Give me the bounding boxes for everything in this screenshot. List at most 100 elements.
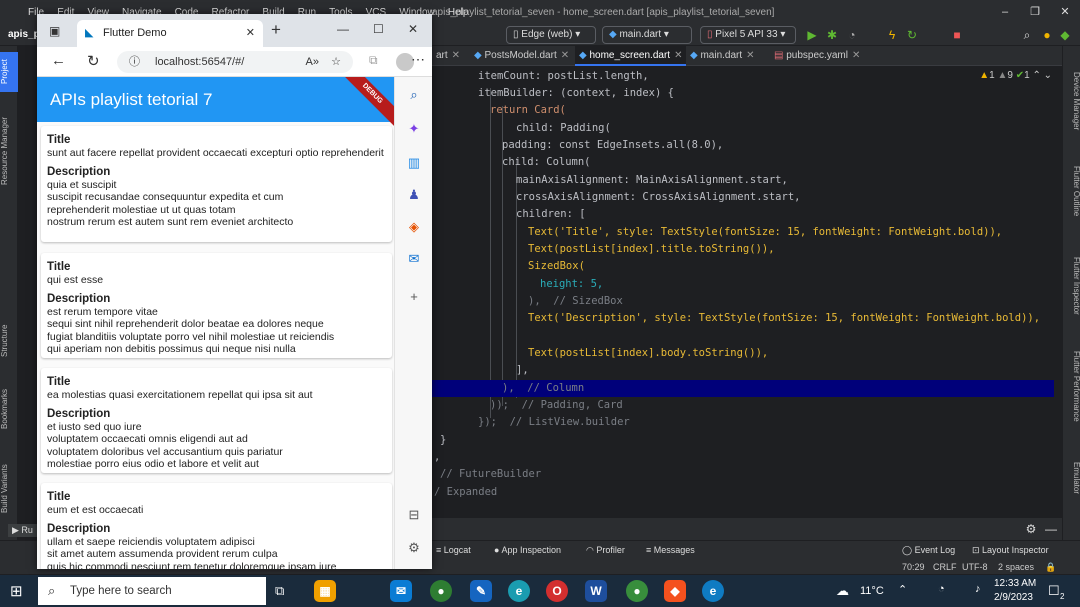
shopping-icon[interactable]: ▥ [406,155,422,171]
paint-icon[interactable]: ✎ [470,580,492,602]
back-icon[interactable]: ← [51,52,66,69]
tab-partial[interactable]: art ✕ [432,46,464,66]
tool-emulator[interactable]: Emulator [1063,451,1080,506]
file-encoding[interactable]: UTF-8 [962,562,988,572]
tool-build-variants[interactable]: Build Variants [0,456,18,521]
word-icon[interactable]: W [585,580,607,602]
outlook-icon[interactable]: ✉ [406,251,422,267]
close-tab-icon[interactable]: ✕ [674,50,682,61]
network-icon[interactable]: ◔ [938,583,945,595]
opera-icon[interactable]: O [546,580,568,602]
search-everywhere-icon[interactable]: ⌕ [1020,28,1034,42]
code-area[interactable]: itemCount: postList.length, itemBuilder:… [432,68,1062,518]
description-label: Description [47,522,111,535]
maximize-button[interactable]: ❐ [1020,0,1050,24]
close-tab-icon[interactable]: ✕ [746,50,754,61]
tab-home-screen[interactable]: ◆ home_screen.dart ✕ [575,46,687,66]
tool-run[interactable]: ▶ Ru [8,524,37,537]
store-icon[interactable]: ▦ [314,580,336,602]
site-info-icon[interactable]: ⓘ [129,51,140,73]
tool-project[interactable]: Project [0,52,18,92]
more-menu-icon[interactable]: ⋯ [411,51,425,68]
run-config-selector[interactable]: ◆ main.dart ▾ [602,26,692,44]
volume-icon[interactable]: ♪ [975,583,981,595]
mail-icon[interactable]: ✉ [390,580,412,602]
chrome-icon[interactable]: ● [430,580,452,602]
tool-layout-inspector[interactable]: ⊡ Layout Inspector [972,545,1049,556]
lock-icon[interactable]: 🔒 [1045,562,1056,573]
favorite-icon[interactable]: ☆ [331,51,341,73]
edge-icon[interactable]: e [508,580,530,602]
tool-device-manager[interactable]: Device Manager [1063,66,1080,136]
settings-icon[interactable]: ● [1040,28,1054,42]
maximize-browser-icon[interactable]: ☐ [373,22,384,36]
tool-app-inspection[interactable]: ● App Inspection [494,545,561,555]
tray-chevron-icon[interactable]: ⌃ [898,583,907,596]
tab-actions-icon[interactable]: ▣ [49,24,60,38]
tool-messages[interactable]: ≡ Messages [646,545,695,555]
close-tab-icon[interactable]: ✕ [452,50,460,61]
close-button[interactable]: ✕ [1050,0,1080,24]
weather-icon[interactable]: ☁ [836,583,849,599]
tab-main[interactable]: ◆ main.dart ✕ [686,46,759,66]
office-icon[interactable]: ◈ [406,219,422,235]
caret-position[interactable]: 70:29 [902,562,925,572]
debug-icon[interactable]: ✱ [825,28,839,42]
run-icon[interactable]: ▶ [805,28,819,42]
tool-structure[interactable]: Structure [0,316,18,366]
minimize-button[interactable]: – [990,0,1020,24]
clock-time[interactable]: 12:33 AM [994,578,1036,589]
clock-date[interactable]: 2/9/2023 [994,592,1033,603]
code-editor[interactable]: art ✕ ◆ PostsModel.dart ✕ ◆ home_screen.da… [432,46,1062,518]
edge-active-icon[interactable]: e [702,580,724,602]
tool-bookmarks[interactable]: Bookmarks [0,386,18,431]
line-separator[interactable]: CRLF [933,562,957,572]
browser-tab[interactable]: ◣ Flutter Demo ✕ [77,20,263,47]
tool-flutter-outline[interactable]: Flutter Outline [1063,156,1080,226]
ide-project-short[interactable]: apis_p [8,29,40,40]
close-tab-icon[interactable]: ✕ [561,50,569,61]
hide-panel-icon[interactable]: — [1044,522,1058,536]
tool-logcat[interactable]: ≡ Logcat [436,545,471,555]
address-bar[interactable]: ⓘ localhost:56547/#/ A» ☆ [117,51,353,73]
windows-start-icon[interactable]: ⊞ [10,582,23,600]
sidebar-settings-icon[interactable]: ⚙ [406,540,422,556]
read-aloud-icon[interactable]: A» [306,51,319,73]
copilot-icon[interactable]: ✦ [406,121,422,137]
add-sidebar-item-icon[interactable]: + [406,289,422,305]
hot-reload-icon[interactable]: ϟ [885,28,899,42]
tab-pubspec[interactable]: ▤ pubspec.yaml ✕ [770,46,864,66]
hot-restart-icon[interactable]: ↻ [905,28,919,42]
close-browser-icon[interactable]: ✕ [408,22,418,36]
split-screen-icon[interactable]: ⊟ [406,507,422,523]
tool-flutter-performance[interactable]: Flutter Performance [1063,341,1080,431]
tool-flutter-inspector[interactable]: Flutter Inspector [1063,246,1080,326]
tool-resource-manager[interactable]: Resource Manager [0,106,18,196]
indent-setting[interactable]: 2 spaces [998,562,1034,572]
gear-icon[interactable]: ⚙ [1024,522,1038,536]
post-title: ea molestias quasi exercitationem repell… [47,389,313,401]
close-tab-icon[interactable]: ✕ [852,50,860,61]
minimize-browser-icon[interactable]: — [337,22,349,36]
extensions-icon[interactable]: ⧉ [369,53,378,68]
notifications-icon[interactable]: ☐ [1048,583,1060,599]
search-icon[interactable]: ⌕ [406,87,422,103]
new-tab-icon[interactable]: + [271,20,281,40]
chrome-alt-icon[interactable]: ● [626,580,648,602]
device-selector[interactable]: ▯ Edge (web) ▾ [506,26,596,44]
task-view-icon[interactable]: ⧉ [275,583,284,599]
tab-posts-model[interactable]: ◆ PostsModel.dart ✕ [470,46,573,66]
refresh-icon[interactable]: ↻ [87,52,100,70]
profile-icon[interactable]: ◔ [845,28,859,42]
code-line: itemBuilder: (context, index) { [478,87,674,99]
people-icon[interactable]: ♟ [406,187,422,203]
taskbar-search[interactable]: ⌕ Type here to search [38,577,266,605]
emulator-selector[interactable]: ▯ Pixel 5 API 33 ▾ [700,26,796,44]
tool-profiler[interactable]: ◠ Profiler [586,545,625,556]
brave-icon[interactable]: ◆ [664,580,686,602]
temperature[interactable]: 11°C [860,585,884,597]
stop-icon[interactable]: ■ [950,28,964,42]
tool-event-log[interactable]: ◯ Event Log [902,545,955,556]
tab-label: home_screen.dart [589,50,671,61]
close-tab-icon[interactable]: ✕ [246,20,255,47]
